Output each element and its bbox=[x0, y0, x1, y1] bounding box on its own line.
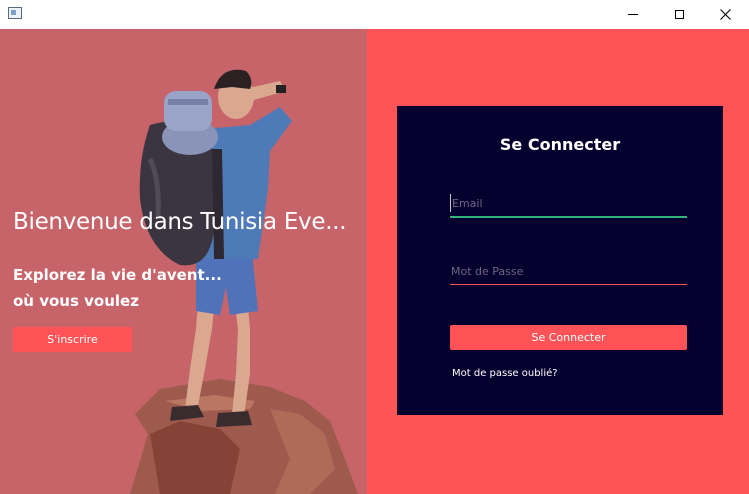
signup-button[interactable]: S'inscrire bbox=[13, 327, 132, 352]
email-field-container bbox=[450, 190, 687, 218]
close-icon bbox=[719, 9, 731, 20]
login-button[interactable]: Se Connecter bbox=[450, 325, 687, 350]
welcome-panel: Bienvenue dans Tunisia Eve... Explorez l… bbox=[0, 29, 367, 494]
minimize-icon bbox=[628, 14, 638, 15]
maximize-button[interactable] bbox=[656, 0, 702, 29]
password-field-container bbox=[450, 258, 687, 285]
close-button[interactable] bbox=[702, 0, 748, 29]
hiker-illustration bbox=[130, 69, 358, 494]
login-panel: Se Connecter Se Connecter Mot de passe o… bbox=[367, 29, 749, 494]
email-field[interactable] bbox=[450, 194, 687, 212]
maximize-icon bbox=[674, 10, 684, 19]
window-app-icon bbox=[8, 7, 22, 19]
welcome-subtitle-line1: Explorez la vie d'avent... bbox=[13, 266, 222, 284]
welcome-title: Bienvenue dans Tunisia Eve... bbox=[13, 209, 347, 235]
login-title: Se Connecter bbox=[499, 135, 621, 154]
minimize-button[interactable] bbox=[610, 0, 656, 29]
password-field[interactable] bbox=[450, 258, 687, 284]
window-titlebar bbox=[0, 0, 749, 29]
login-card: Se Connecter Se Connecter Mot de passe o… bbox=[397, 106, 723, 415]
welcome-subtitle-line2: où vous voulez bbox=[13, 292, 139, 310]
forgot-password-link[interactable]: Mot de passe oublié? bbox=[452, 368, 558, 379]
